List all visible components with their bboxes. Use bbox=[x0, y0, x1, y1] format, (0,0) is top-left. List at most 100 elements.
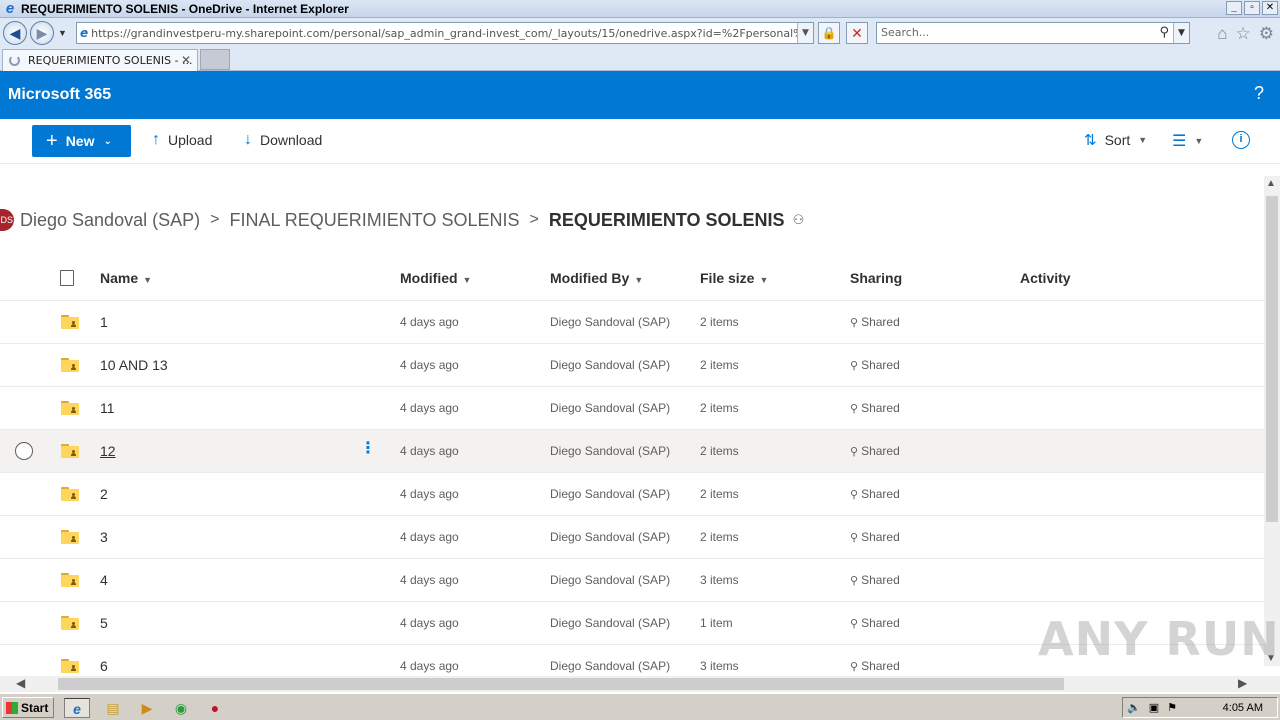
table-row[interactable]: 2 4 days ago Diego Sandoval (SAP) 2 items ⚲ S… bbox=[0, 473, 1264, 516]
breadcrumb-item-parent[interactable]: FINAL REQUERIMIENTO SOLENIS bbox=[229, 210, 519, 231]
sharing-cell[interactable]: ⚲ Shared bbox=[850, 315, 900, 329]
shared-person-icon: ⚲ bbox=[850, 575, 859, 587]
help-icon[interactable]: ? bbox=[1254, 83, 1264, 104]
row-select-checkbox[interactable] bbox=[15, 442, 33, 460]
shared-person-icon: ⚲ bbox=[850, 403, 859, 415]
file-name[interactable]: 11 bbox=[100, 400, 115, 416]
download-button[interactable]: ↓ Download bbox=[244, 131, 322, 149]
upload-button[interactable]: ↑ Upload bbox=[152, 131, 212, 149]
search-dropdown-icon[interactable]: ▼ bbox=[1173, 23, 1189, 43]
scroll-right-icon[interactable]: ▶ bbox=[1238, 676, 1247, 690]
search-placeholder: Search... bbox=[881, 26, 930, 39]
table-row[interactable]: 11 4 days ago Diego Sandoval (SAP) 2 items ⚲… bbox=[0, 387, 1264, 430]
address-bar[interactable]: e https://grandinvestperu-my.sharepoint.… bbox=[76, 22, 814, 44]
file-name[interactable]: 12 bbox=[100, 443, 116, 459]
sharing-label: Shared bbox=[861, 659, 900, 673]
back-button[interactable]: ◀ bbox=[3, 21, 27, 45]
history-dropdown-icon[interactable]: ▼ bbox=[58, 28, 67, 38]
file-name[interactable]: 2 bbox=[100, 486, 108, 502]
tab-title: REQUERIMIENTO SOLENIS - ... bbox=[28, 54, 193, 67]
table-row[interactable]: 10 AND 13 4 days ago Diego Sandoval (SAP) 2… bbox=[0, 344, 1264, 387]
scrollbar-thumb[interactable] bbox=[58, 678, 1064, 690]
table-row[interactable]: ⋮ 12 4 days ago Diego Sandoval (SAP) 2 items… bbox=[0, 430, 1264, 473]
sharing-cell[interactable]: ⚲ Shared bbox=[850, 444, 900, 458]
close-window-button[interactable]: ✕ bbox=[1262, 1, 1278, 15]
column-header-name-label: Name bbox=[100, 270, 139, 286]
forward-button[interactable]: ▶ bbox=[30, 21, 54, 45]
column-header-sharing[interactable]: Sharing bbox=[850, 270, 902, 286]
column-header-file-size[interactable]: File size ▼ bbox=[700, 270, 768, 286]
taskbar-media-player-icon[interactable]: ▶ bbox=[134, 698, 160, 718]
new-button[interactable]: + New ⌄ bbox=[32, 125, 131, 157]
sharing-cell[interactable]: ⚲ Shared bbox=[850, 530, 900, 544]
file-name[interactable]: 4 bbox=[100, 572, 108, 588]
more-options-icon[interactable]: ⋮ bbox=[360, 438, 376, 458]
file-name[interactable]: 6 bbox=[100, 658, 108, 674]
address-url[interactable]: https://grandinvestperu-my.sharepoint.co… bbox=[91, 27, 813, 40]
lock-icon[interactable]: 🔒 bbox=[818, 22, 840, 44]
table-row[interactable]: 4 4 days ago Diego Sandoval (SAP) 3 items ⚲ S… bbox=[0, 559, 1264, 602]
action-center-flag-icon[interactable]: ⚑ bbox=[1167, 701, 1177, 714]
table-row[interactable]: 3 4 days ago Diego Sandoval (SAP) 2 items ⚲ S… bbox=[0, 516, 1264, 559]
sharing-cell[interactable]: ⚲ Shared bbox=[850, 659, 900, 673]
start-label: Start bbox=[21, 700, 49, 715]
info-icon[interactable]: i bbox=[1232, 131, 1250, 149]
scroll-left-icon[interactable]: ◀ bbox=[16, 676, 25, 690]
taskbar-chrome-icon[interactable]: ◉ bbox=[168, 698, 194, 718]
file-name[interactable]: 10 AND 13 bbox=[100, 357, 168, 373]
taskbar-security-icon[interactable]: ● bbox=[202, 698, 228, 718]
search-input[interactable]: Search... ⚲ ▼ bbox=[876, 22, 1190, 44]
sharing-cell[interactable]: ⚲ Shared bbox=[850, 573, 900, 587]
breadcrumb-separator-icon: > bbox=[210, 211, 220, 228]
home-icon[interactable]: ⌂ bbox=[1217, 24, 1227, 44]
search-icon[interactable]: ⚲ bbox=[1159, 23, 1169, 43]
breadcrumb-item-owner[interactable]: Diego Sandoval (SAP) bbox=[20, 210, 200, 231]
gear-icon[interactable]: ⚙ bbox=[1259, 24, 1274, 44]
sort-button[interactable]: ⇅ Sort ▼ bbox=[1084, 131, 1147, 149]
browser-tab[interactable]: REQUERIMIENTO SOLENIS - ... ✕ bbox=[2, 49, 198, 71]
view-options-button[interactable]: ☰ ▼ bbox=[1172, 131, 1203, 151]
sharing-label: Shared bbox=[861, 487, 900, 501]
tab-close-icon[interactable]: ✕ bbox=[181, 53, 191, 67]
sharing-cell[interactable]: ⚲ Shared bbox=[850, 401, 900, 415]
new-tab-button[interactable] bbox=[200, 49, 230, 70]
scrollbar-thumb[interactable] bbox=[1266, 196, 1278, 522]
sharing-cell[interactable]: ⚲ Shared bbox=[850, 487, 900, 501]
sharing-cell[interactable]: ⚲ Shared bbox=[850, 616, 900, 630]
file-type-icon[interactable] bbox=[60, 270, 74, 286]
modified-by-cell: Diego Sandoval (SAP) bbox=[550, 659, 671, 673]
file-name[interactable]: 3 bbox=[100, 529, 108, 545]
sharing-cell[interactable]: ⚲ Shared bbox=[850, 358, 900, 372]
modified-cell: 4 days ago bbox=[400, 659, 459, 673]
horizontal-scrollbar[interactable]: ◀ ▶ bbox=[0, 676, 1280, 692]
shared-person-icon: ⚲ bbox=[850, 489, 859, 501]
vertical-scrollbar[interactable]: ▲ ▼ bbox=[1264, 176, 1280, 666]
column-header-modified[interactable]: Modified ▼ bbox=[400, 270, 471, 286]
avatar: DS bbox=[0, 209, 14, 231]
file-name[interactable]: 1 bbox=[100, 314, 108, 330]
column-header-modified-by[interactable]: Modified By ▼ bbox=[550, 270, 643, 286]
window-titlebar: e REQUERIMIENTO SOLENIS - OneDrive - Int… bbox=[0, 0, 1280, 18]
sharing-label: Shared bbox=[861, 444, 900, 458]
list-header: Name ▼ Modified ▼ Modified By ▼ File size ▼ … bbox=[0, 257, 1264, 301]
column-header-activity[interactable]: Activity bbox=[1020, 270, 1071, 286]
stop-icon[interactable]: ✕ bbox=[846, 22, 868, 44]
favorites-star-icon[interactable]: ☆ bbox=[1236, 24, 1251, 44]
minimize-button[interactable]: _ bbox=[1226, 1, 1242, 15]
volume-icon[interactable]: 🔈 bbox=[1127, 701, 1141, 714]
scroll-up-icon[interactable]: ▲ bbox=[1266, 178, 1276, 189]
shared-people-icon[interactable]: ⚇ bbox=[793, 212, 805, 228]
app-brand[interactable]: Microsoft 365 bbox=[8, 86, 111, 104]
taskbar-explorer-icon[interactable]: ▤ bbox=[100, 698, 126, 718]
maximize-button[interactable]: ▫ bbox=[1244, 1, 1260, 15]
column-header-name[interactable]: Name ▼ bbox=[100, 270, 152, 286]
column-header-modified-label: Modified bbox=[400, 270, 458, 286]
shared-folder-icon bbox=[61, 401, 79, 415]
start-button[interactable]: Start bbox=[2, 697, 54, 718]
taskbar-ie-icon[interactable]: e bbox=[64, 698, 90, 718]
clock[interactable]: 4:05 AM bbox=[1223, 702, 1263, 714]
address-dropdown-icon[interactable]: ▼ bbox=[797, 23, 813, 43]
table-row[interactable]: 1 4 days ago Diego Sandoval (SAP) 2 items ⚲ S… bbox=[0, 301, 1264, 344]
network-icon[interactable]: ▣ bbox=[1149, 701, 1159, 714]
file-name[interactable]: 5 bbox=[100, 615, 108, 631]
